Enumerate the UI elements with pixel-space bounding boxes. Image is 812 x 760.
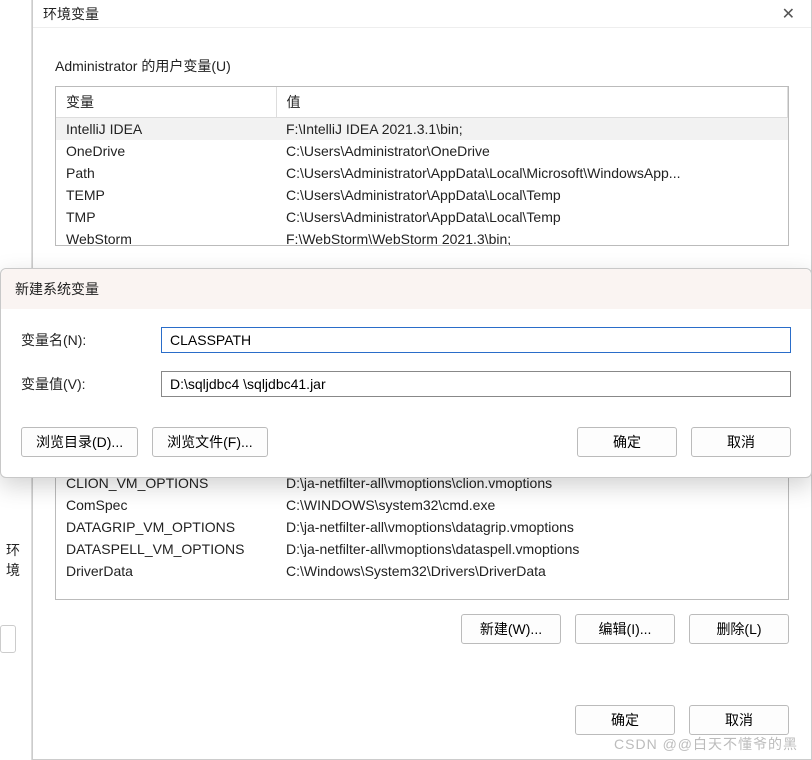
table-row[interactable]: TMP C:\Users\Administrator\AppData\Local…: [56, 206, 788, 228]
browse-directory-button[interactable]: 浏览目录(D)...: [21, 427, 138, 457]
dialog-ok-button[interactable]: 确定: [577, 427, 677, 457]
var-name: OneDrive: [56, 140, 276, 162]
var-name: DATAGRIP_VM_OPTIONS: [56, 516, 276, 538]
delete-system-var-button[interactable]: 删除(L): [689, 614, 789, 644]
table-row[interactable]: TEMP C:\Users\Administrator\AppData\Loca…: [56, 184, 788, 206]
ok-button[interactable]: 确定: [575, 705, 675, 735]
window-title: 环境变量: [43, 4, 99, 24]
var-name: TMP: [56, 206, 276, 228]
var-value: C:\Users\Administrator\AppData\Local\Mic…: [276, 162, 788, 184]
table-row[interactable]: ComSpec C:\WINDOWS\system32\cmd.exe: [56, 494, 788, 516]
window-titlebar: 环境变量 ✕: [33, 0, 811, 28]
user-vars-table[interactable]: 变量 值 IntelliJ IDEA F:\IntelliJ IDEA 2021…: [55, 86, 789, 246]
var-value: C:\WINDOWS\system32\cmd.exe: [276, 494, 788, 516]
cancel-button[interactable]: 取消: [689, 705, 789, 735]
new-system-variable-dialog: 新建系统变量 变量名(N): 变量值(V): 浏览目录(D)... 浏览文件(F…: [0, 268, 812, 478]
table-row[interactable]: DATASPELL_VM_OPTIONS D:\ja-netfilter-all…: [56, 538, 788, 560]
column-header-value[interactable]: 值: [276, 87, 788, 118]
variable-value-label: 变量值(V):: [21, 374, 161, 394]
var-name: TEMP: [56, 184, 276, 206]
table-row[interactable]: OneDrive C:\Users\Administrator\OneDrive: [56, 140, 788, 162]
table-row[interactable]: DATAGRIP_VM_OPTIONS D:\ja-netfilter-all\…: [56, 516, 788, 538]
var-value: C:\Users\Administrator\OneDrive: [276, 140, 788, 162]
var-name: DATASPELL_VM_OPTIONS: [56, 538, 276, 560]
user-vars-section-label: Administrator 的用户变量(U): [55, 56, 811, 76]
var-value: D:\ja-netfilter-all\vmoptions\dataspell.…: [276, 538, 788, 560]
edit-system-var-button[interactable]: 编辑(I)...: [575, 614, 675, 644]
variable-name-label: 变量名(N):: [21, 330, 161, 350]
table-row[interactable]: Path C:\Users\Administrator\AppData\Loca…: [56, 162, 788, 184]
new-system-var-button[interactable]: 新建(W)...: [461, 614, 561, 644]
var-value: C:\Users\Administrator\AppData\Local\Tem…: [276, 184, 788, 206]
side-label: 环境: [6, 540, 31, 580]
var-name: Path: [56, 162, 276, 184]
side-button-fragment[interactable]: [0, 625, 16, 653]
var-name: IntelliJ IDEA: [56, 118, 276, 141]
var-name: DriverData: [56, 560, 276, 582]
table-row[interactable]: IntelliJ IDEA F:\IntelliJ IDEA 2021.3.1\…: [56, 118, 788, 141]
var-value: C:\Users\Administrator\AppData\Local\Tem…: [276, 206, 788, 228]
var-name: ComSpec: [56, 494, 276, 516]
system-vars-table[interactable]: CLION_VM_OPTIONS D:\ja-netfilter-all\vmo…: [55, 472, 789, 600]
column-header-variable[interactable]: 变量: [56, 87, 276, 118]
dialog-title: 新建系统变量: [1, 269, 811, 309]
browse-file-button[interactable]: 浏览文件(F)...: [152, 427, 268, 457]
var-value: C:\Windows\System32\Drivers\DriverData: [276, 560, 788, 582]
var-value: D:\ja-netfilter-all\vmoptions\datagrip.v…: [276, 516, 788, 538]
dialog-cancel-button[interactable]: 取消: [691, 427, 791, 457]
close-icon[interactable]: ✕: [776, 4, 801, 24]
var-value: F:\IntelliJ IDEA 2021.3.1\bin;: [276, 118, 788, 141]
variable-name-input[interactable]: [161, 327, 791, 353]
variable-value-input[interactable]: [161, 371, 791, 397]
table-row[interactable]: DriverData C:\Windows\System32\Drivers\D…: [56, 560, 788, 582]
var-value: F:\WebStorm\WebStorm 2021.3\bin;: [276, 228, 788, 246]
var-name: WebStorm: [56, 228, 276, 246]
table-row[interactable]: WebStorm F:\WebStorm\WebStorm 2021.3\bin…: [56, 228, 788, 246]
